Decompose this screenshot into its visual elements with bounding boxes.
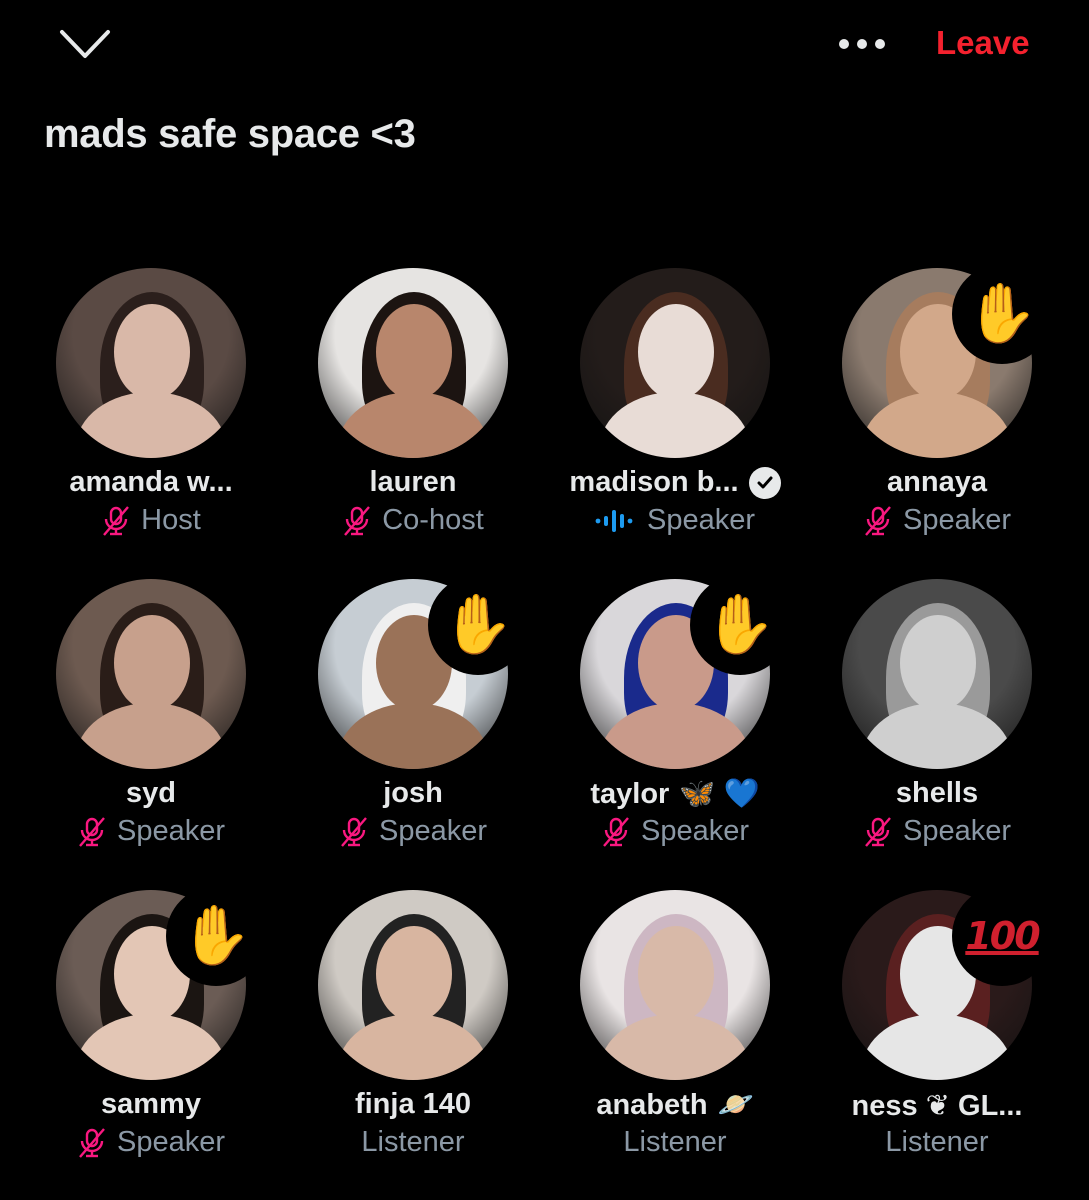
mic-off-icon [79, 1127, 105, 1158]
avatar[interactable] [580, 268, 770, 458]
participant-role-row: Speaker [806, 504, 1068, 537]
participant-name: amanda w... [69, 466, 233, 498]
avatar[interactable] [842, 579, 1032, 769]
participant-name: annaya [887, 466, 987, 498]
verified-badge-icon [748, 466, 781, 499]
participant-name-row: anabeth 🪐 [544, 1088, 806, 1122]
mic-off-icon [341, 816, 367, 847]
participant-role-row: Listener [544, 1126, 806, 1159]
participant-card[interactable]: lauren Co-host [282, 268, 544, 568]
participant-card[interactable]: finja 140 Listener [282, 890, 544, 1190]
space-header: Leave [0, 0, 1089, 100]
mic-off-icon [603, 816, 629, 847]
participant-name: syd [126, 777, 176, 809]
participant-role-row: Speaker [20, 815, 282, 848]
participant-name: finja 140 [354, 1088, 472, 1120]
participant-name: josh [383, 777, 443, 809]
avatar[interactable]: ✋ [580, 575, 790, 769]
participant-name: sammy [101, 1088, 201, 1120]
participant-role-row: Speaker [544, 504, 806, 537]
participant-name: taylor [590, 777, 670, 810]
participant-role-row: Speaker [806, 815, 1068, 848]
participant-role: Speaker [116, 1126, 225, 1158]
participant-role: Co-host [382, 504, 484, 536]
participant-card[interactable]: ✋ taylor 🦋 💙 Speaker [544, 575, 806, 879]
avatar[interactable] [56, 268, 246, 458]
participant-role-row: Listener [806, 1126, 1068, 1159]
participant-role: Host [141, 504, 201, 536]
participant-card[interactable]: ✋ annaya Speaker [806, 264, 1068, 568]
participant-card[interactable]: ✋ sammy Speaker [20, 886, 282, 1190]
participant-role: Speaker [116, 815, 225, 847]
avatar[interactable]: ✋ [318, 575, 528, 769]
participant-name-row: ness ❦ GL... [806, 1088, 1068, 1123]
audio-wave-icon [595, 509, 633, 532]
participant-name-row: finja 140 [282, 1088, 544, 1121]
participant-name-row: josh [282, 777, 544, 810]
participant-card[interactable]: anabeth 🪐 Listener [544, 890, 806, 1190]
raised-hand-emoji: ✋ [965, 281, 1039, 346]
space-title: mads safe space <3 [44, 112, 416, 156]
participant-card[interactable]: shells Speaker [806, 579, 1068, 879]
participant-name: shells [895, 777, 979, 809]
participant-card[interactable]: 100 ness ❦ GL... Listener [806, 886, 1068, 1190]
participant-role: Speaker [902, 504, 1011, 536]
avatar[interactable] [318, 890, 508, 1080]
participant-role-row: Host [20, 504, 282, 537]
mic-off-icon [79, 816, 105, 847]
raised-hand-emoji: ✋ [179, 903, 253, 968]
mic-off-icon [344, 505, 371, 536]
mic-off-icon [865, 505, 891, 536]
name-emoji: 🦋 💙 [679, 778, 760, 810]
participant-role: Listener [885, 1126, 989, 1158]
participant-name-row: lauren [282, 466, 544, 499]
chevron-down-icon[interactable] [58, 26, 112, 62]
leave-button[interactable]: Leave [936, 24, 1030, 62]
avatar[interactable] [56, 579, 246, 769]
participant-card[interactable]: amanda w... Host [20, 268, 282, 568]
participant-role: Speaker [640, 815, 749, 847]
raised-hand-icon: ✋ [166, 886, 266, 986]
hundred-points-icon: 100 [952, 886, 1052, 986]
avatar[interactable] [580, 890, 770, 1080]
avatar[interactable] [318, 268, 508, 458]
raised-hand-emoji: ✋ [441, 592, 515, 657]
mic-off-icon [103, 505, 130, 536]
raised-hand-icon: ✋ [690, 575, 790, 675]
participant-role-row: Speaker [282, 815, 544, 848]
avatar[interactable]: ✋ [842, 264, 1052, 458]
participant-name-row: taylor 🦋 💙 [544, 777, 806, 811]
avatar[interactable]: 100 [842, 886, 1052, 1080]
raised-hand-emoji: ✋ [703, 592, 777, 657]
raised-hand-icon: ✋ [952, 264, 1052, 364]
participant-name: ness ❦ GL... [851, 1090, 1023, 1122]
name-emoji: 🪐 [717, 1089, 754, 1121]
mic-off-icon [865, 816, 891, 847]
participant-name: lauren [369, 466, 457, 498]
avatar[interactable]: ✋ [56, 886, 266, 1080]
participant-name-row: amanda w... [20, 466, 282, 499]
participant-name: anabeth [596, 1088, 708, 1121]
participant-role-row: Speaker [544, 815, 806, 848]
participant-role: Speaker [378, 815, 487, 847]
participant-name-row: syd [20, 777, 282, 810]
participant-name: madison b... [569, 466, 739, 498]
participant-name-row: annaya [806, 466, 1068, 499]
participant-role-row: Listener [282, 1126, 544, 1159]
participant-card[interactable]: ✋ josh Speaker [282, 575, 544, 879]
hundred-points-text: 100 [965, 914, 1040, 958]
participant-card[interactable]: syd Speaker [20, 579, 282, 879]
participant-role: Listener [361, 1126, 465, 1158]
participant-role-row: Co-host [282, 504, 544, 537]
participant-name-row: madison b... [544, 466, 806, 499]
raised-hand-icon: ✋ [428, 575, 528, 675]
participant-card[interactable]: madison b... Speaker [544, 268, 806, 568]
participant-role: Speaker [902, 815, 1011, 847]
participant-name-row: sammy [20, 1088, 282, 1121]
more-horizontal-icon[interactable] [834, 30, 890, 58]
participant-role-row: Speaker [20, 1126, 282, 1159]
participant-role: Speaker [646, 504, 755, 536]
participant-role: Listener [623, 1126, 727, 1158]
participant-name-row: shells [806, 777, 1068, 810]
